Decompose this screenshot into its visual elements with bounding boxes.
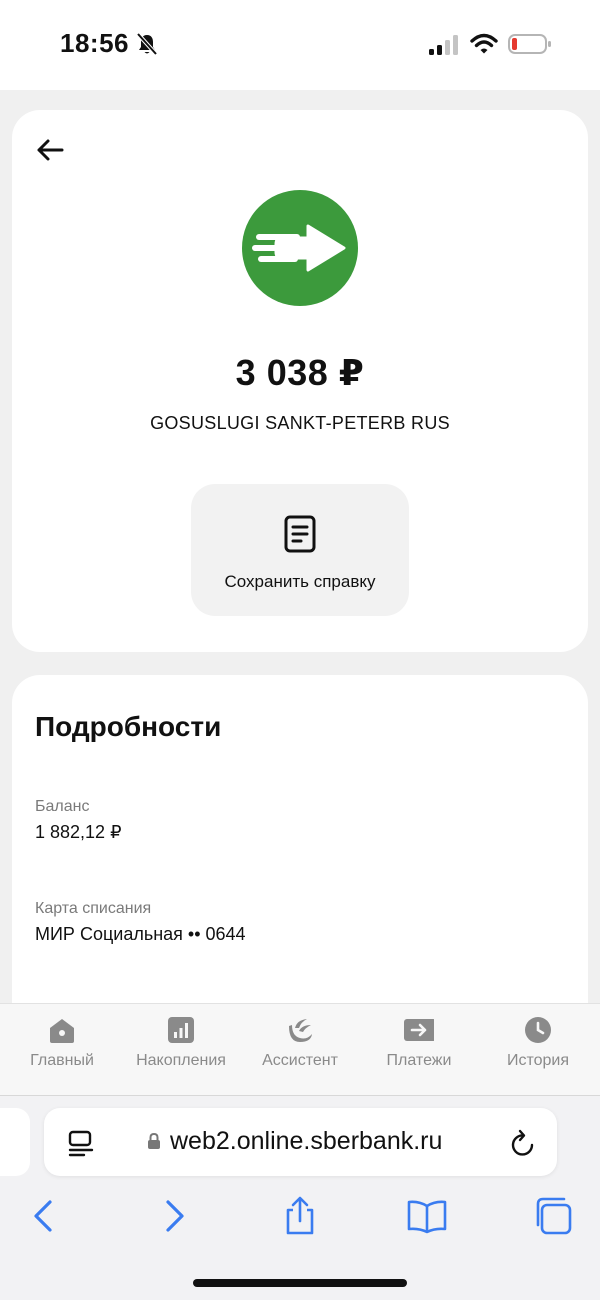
back-icon[interactable] [22, 1196, 66, 1236]
card-label: Карта списания [35, 900, 152, 917]
transaction-amount: 3 038 ₽ [235, 352, 365, 393]
save-receipt-button[interactable]: Сохранить справку [191, 484, 409, 616]
nav-item-history[interactable]: История [478, 1004, 598, 1096]
nav-item-home[interactable]: Главный [2, 1004, 122, 1096]
balance-label: Баланс [35, 798, 90, 815]
balance-value: 1 882,12 ₽ [35, 822, 122, 842]
nav-label-home: Главный [30, 1052, 94, 1069]
bookmarks-icon[interactable] [405, 1196, 449, 1236]
home-icon [50, 1019, 74, 1043]
document-icon [284, 515, 316, 553]
details-title: Подробности [35, 711, 222, 742]
home-indicator [193, 1279, 407, 1287]
wifi-icon [470, 33, 498, 54]
assistant-icon [289, 1019, 312, 1042]
tabs-icon[interactable] [532, 1196, 576, 1236]
nav-label-savings: Накопления [136, 1052, 226, 1069]
history-clock-icon [525, 1017, 551, 1043]
arrow-left-icon [37, 139, 64, 161]
bottom-nav: Главный Накопления Ассистент Платежи Ист… [0, 1003, 600, 1095]
nav-item-payments[interactable]: Платежи [359, 1004, 479, 1096]
address-bar[interactable]: web2.online.sberbank.ru [44, 1108, 557, 1176]
merchant-name: GOSUSLUGI SANKT-PETERB RUS [150, 413, 450, 433]
status-time: 18:56 [60, 28, 129, 58]
page-menu-icon[interactable] [66, 1129, 96, 1157]
bell-slash-icon [136, 32, 158, 56]
status-bar: 18:56 [0, 0, 600, 90]
reload-icon[interactable] [509, 1128, 537, 1158]
nav-item-assistant[interactable]: Ассистент [240, 1004, 360, 1096]
save-receipt-label: Сохранить справку [224, 572, 376, 591]
share-icon[interactable] [278, 1196, 322, 1236]
url-text[interactable]: web2.online.sberbank.ru [170, 1127, 442, 1156]
card-value: МИР Социальная •• 0644 [35, 924, 246, 944]
details-card: Подробности Баланс 1 882,12 ₽ Карта спис… [12, 675, 588, 1035]
forward-icon[interactable] [152, 1196, 196, 1236]
back-button[interactable] [34, 134, 66, 166]
lock-icon [148, 1132, 160, 1149]
nav-item-savings[interactable]: Накопления [121, 1004, 241, 1096]
nav-label-payments: Платежи [386, 1052, 452, 1069]
nav-label-assistant: Ассистент [262, 1052, 338, 1069]
transaction-card: 3 038 ₽ GOSUSLUGI SANKT-PETERB RUS Сохра… [12, 110, 588, 652]
transfer-arrow-icon [252, 224, 346, 272]
previous-tab-peek[interactable] [0, 1108, 30, 1176]
cellular-signal-icon [429, 35, 458, 55]
merchant-logo [242, 190, 358, 306]
battery-low-icon [508, 34, 551, 54]
nav-label-history: История [506, 1052, 570, 1069]
payments-icon [404, 1019, 434, 1041]
savings-chart-icon [168, 1017, 194, 1043]
